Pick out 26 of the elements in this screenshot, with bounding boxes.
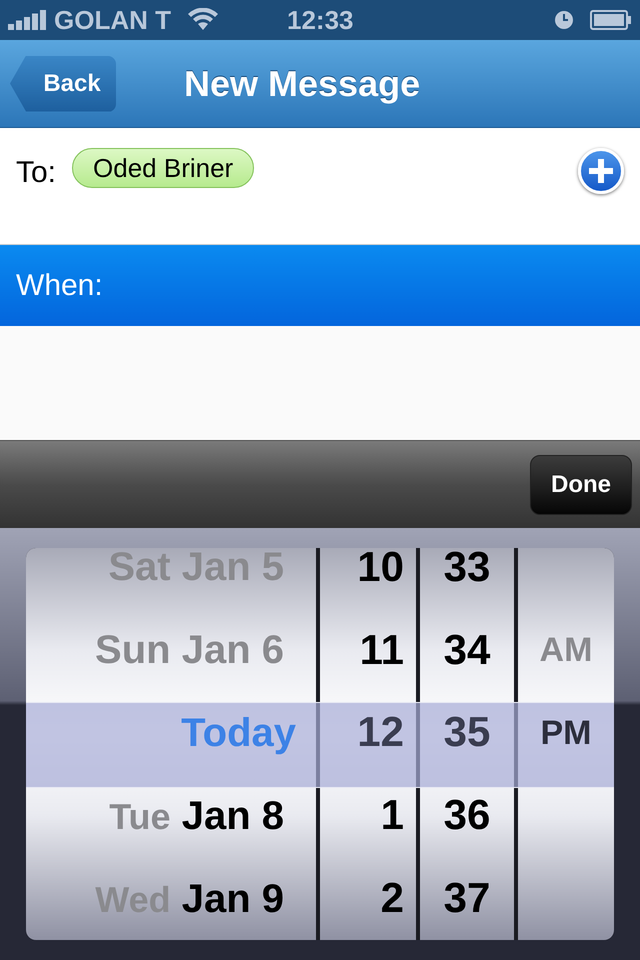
status-time: 12:33 — [287, 4, 354, 36]
picker-value[interactable]: 34 — [444, 626, 490, 673]
back-button[interactable]: Back — [10, 56, 116, 112]
battery-icon — [590, 10, 632, 30]
screen-title: New Message — [184, 62, 420, 106]
picker-value[interactable]: Tue Jan 8 — [109, 796, 284, 836]
picker-value[interactable]: 1 — [380, 791, 404, 838]
picker-value[interactable]: 11 — [360, 626, 404, 673]
picker-value[interactable]: PM — [540, 716, 592, 750]
done-button[interactable]: Done — [530, 454, 632, 514]
when-label: When: — [16, 268, 103, 304]
picker-value[interactable]: 2 — [380, 874, 404, 922]
recipient-chip[interactable]: Oded Briner — [72, 148, 254, 188]
add-recipient-button[interactable] — [578, 148, 624, 194]
when-row[interactable]: When: — [0, 245, 640, 326]
to-label: To: — [16, 155, 56, 191]
picker-value[interactable]: 37 — [444, 874, 490, 922]
picker-value[interactable]: 12 — [357, 708, 404, 756]
picker-value[interactable]: 10 — [357, 548, 404, 590]
picker-value[interactable]: 36 — [444, 791, 490, 838]
carrier-name: GOLAN T — [54, 4, 171, 36]
picker-value[interactable]: 35 — [444, 708, 490, 756]
clock-icon — [554, 10, 574, 30]
picker-value[interactable]: 33 — [444, 548, 490, 590]
wifi-icon — [187, 8, 219, 32]
plus-icon — [589, 159, 613, 183]
